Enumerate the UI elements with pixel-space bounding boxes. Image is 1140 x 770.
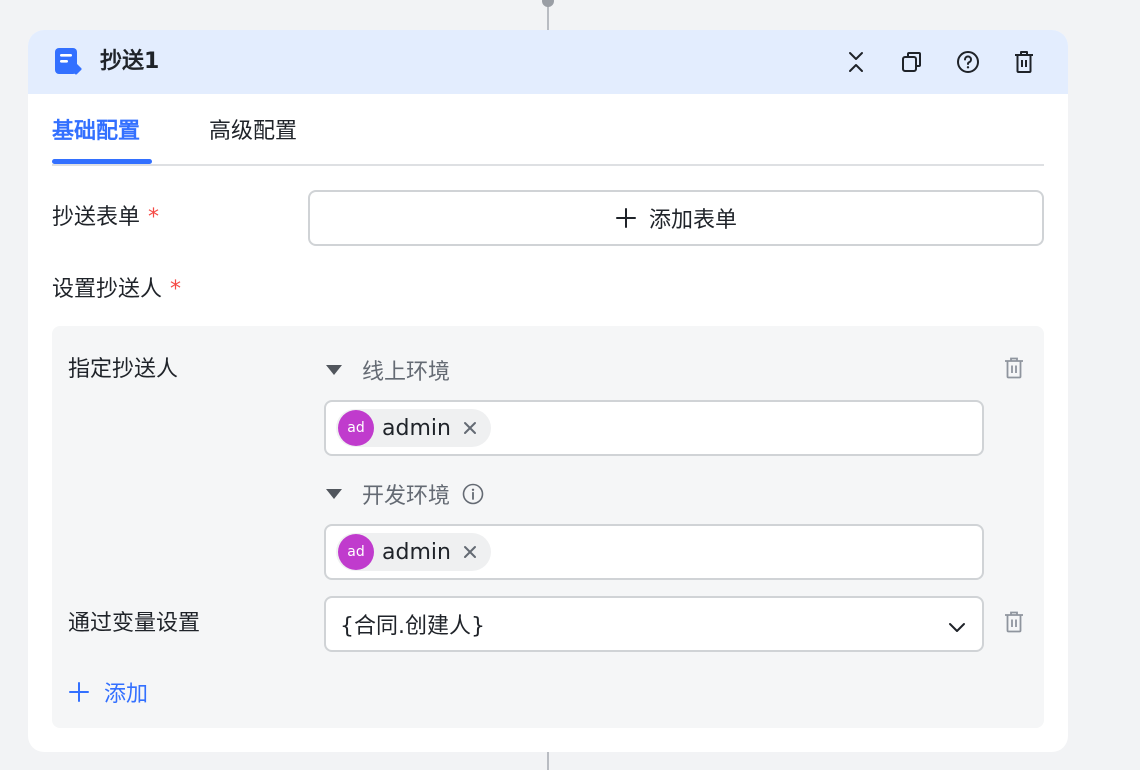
trash-icon[interactable] <box>1000 608 1028 636</box>
variable-select-value: {合同.创建人} <box>340 614 485 639</box>
user-tag-name: admin <box>382 539 451 565</box>
required-mark: * <box>170 277 182 302</box>
designate-cc-label: 指定抄送人 <box>68 357 179 382</box>
user-select-dev[interactable]: ad admin <box>324 524 984 580</box>
variable-setting-label: 通过变量设置 <box>68 611 201 636</box>
trash-icon[interactable] <box>1000 354 1028 382</box>
cc-settings-panel: 指定抄送人 线上环境 ad admin 开发环境 ad admin 通过变量设置… <box>52 326 1044 728</box>
required-mark: * <box>148 205 160 230</box>
add-form-button[interactable]: 添加表单 <box>308 190 1044 246</box>
avatar: ad <box>338 410 374 446</box>
collapse-icon[interactable] <box>842 48 870 76</box>
caret-down-icon <box>326 489 342 499</box>
set-cc-label-text: 设置抄送人 <box>52 277 163 302</box>
help-icon[interactable] <box>954 48 982 76</box>
tab-advanced-config[interactable]: 高级配置 <box>209 114 297 150</box>
connector-dot <box>542 0 554 7</box>
delete-icon[interactable] <box>1010 48 1038 76</box>
env-name: 开发环境 <box>362 484 451 509</box>
connector-line-bottom <box>547 752 549 770</box>
user-tag[interactable]: ad admin <box>336 409 491 447</box>
cc-node-card: 抄送1 基础配置 高级配置 抄送表单 * 添加表单 设置抄送人 * 指定抄送人 <box>28 30 1068 752</box>
close-icon[interactable] <box>463 421 477 435</box>
avatar: ad <box>338 534 374 570</box>
cc-form-label: 抄送表单 * <box>52 202 159 234</box>
user-select-online[interactable]: ad admin <box>324 400 984 456</box>
plus-icon <box>615 207 637 229</box>
add-form-button-label: 添加表单 <box>648 208 737 233</box>
tab-basic-config[interactable]: 基础配置 <box>52 114 140 150</box>
variable-select[interactable]: {合同.创建人} <box>324 596 984 652</box>
env-toggle-dev[interactable]: 开发环境 <box>326 478 484 510</box>
active-tab-indicator <box>52 159 152 164</box>
user-tag[interactable]: ad admin <box>336 533 491 571</box>
cc-send-icon <box>54 47 84 77</box>
plus-icon <box>68 681 90 703</box>
add-cc-button[interactable]: 添加 <box>68 676 148 708</box>
chevron-down-icon <box>948 615 966 640</box>
node-header: 抄送1 <box>28 30 1068 94</box>
copy-icon[interactable] <box>898 48 926 76</box>
info-icon[interactable] <box>462 483 484 505</box>
config-tabs: 基础配置 高级配置 <box>52 114 1044 166</box>
set-cc-label: 设置抄送人 * <box>52 274 181 306</box>
add-cc-button-label: 添加 <box>104 682 149 707</box>
close-icon[interactable] <box>463 545 477 559</box>
caret-down-icon <box>326 365 342 375</box>
user-tag-name: admin <box>382 415 451 441</box>
env-toggle-online[interactable]: 线上环境 <box>326 354 450 386</box>
env-name: 线上环境 <box>362 360 451 385</box>
node-title[interactable]: 抄送1 <box>100 47 159 77</box>
cc-form-label-text: 抄送表单 <box>52 205 141 230</box>
